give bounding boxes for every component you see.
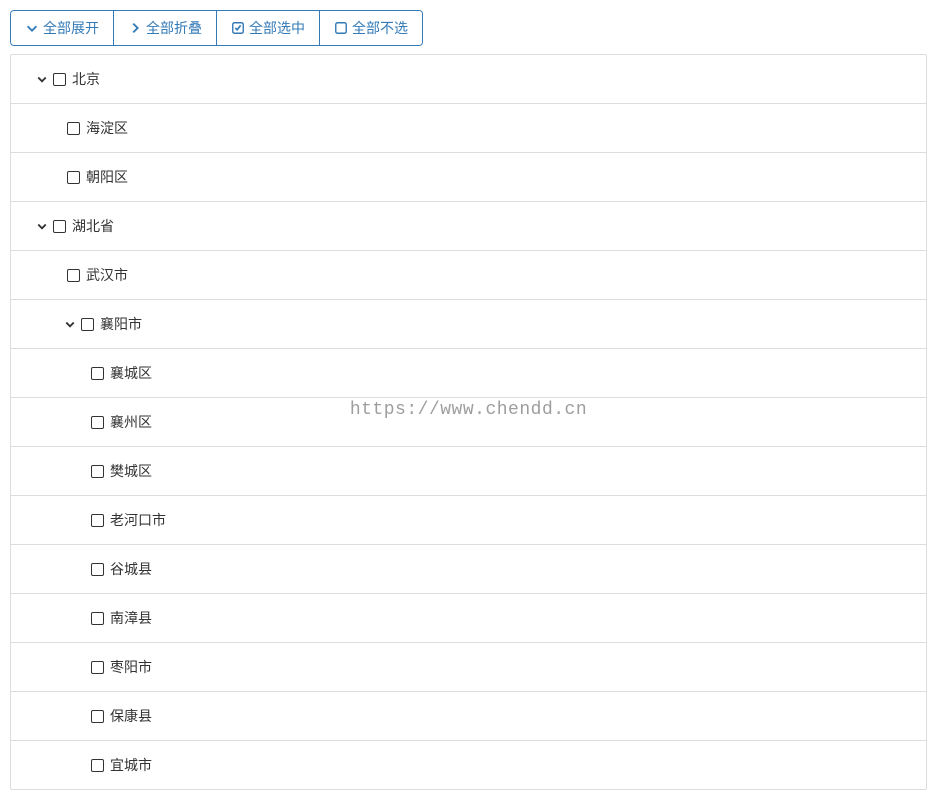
tree-node-label: 海淀区: [86, 118, 128, 138]
checkbox-icon[interactable]: [53, 73, 66, 86]
toolbar-label: 全部选中: [249, 18, 305, 38]
tree-node-label: 湖北省: [72, 216, 114, 236]
tree-node[interactable]: 北京: [11, 55, 926, 104]
checkbox-icon[interactable]: [67, 122, 80, 135]
tree-node[interactable]: 保康县: [11, 692, 926, 741]
checkbox-icon[interactable]: [91, 612, 104, 625]
checkbox-icon[interactable]: [91, 563, 104, 576]
toolbar-label: 全部折叠: [146, 18, 202, 38]
tree-node[interactable]: 老河口市: [11, 496, 926, 545]
tree-node-label: 朝阳区: [86, 167, 128, 187]
chevron-down-icon[interactable]: [35, 72, 49, 86]
chevron-right-icon: [128, 21, 142, 35]
deselect-all-button[interactable]: 全部不选: [320, 11, 422, 45]
tree-node-label: 武汉市: [86, 265, 128, 285]
tree-node[interactable]: 襄城区: [11, 349, 926, 398]
checkbox-empty-icon: [334, 21, 348, 35]
checkbox-icon[interactable]: [53, 220, 66, 233]
tree-node[interactable]: 湖北省: [11, 202, 926, 251]
tree-node-label: 襄阳市: [100, 314, 142, 334]
chevron-down-icon: [25, 21, 39, 35]
tree-node-label: 保康县: [110, 706, 152, 726]
toolbar: 全部展开 全部折叠 全部选中 全部不选: [10, 10, 423, 46]
toolbar-label: 全部不选: [352, 18, 408, 38]
checkbox-icon[interactable]: [81, 318, 94, 331]
tree-node-label: 樊城区: [110, 461, 152, 481]
chevron-down-icon[interactable]: [35, 219, 49, 233]
chevron-down-icon[interactable]: [63, 317, 77, 331]
tree-node-label: 宜城市: [110, 755, 152, 775]
region-tree: 北京海淀区朝阳区湖北省武汉市襄阳市襄城区襄州区樊城区老河口市谷城县南漳县枣阳市保…: [10, 54, 927, 790]
tree-node-label: 南漳县: [110, 608, 152, 628]
tree-node-label: 襄州区: [110, 412, 152, 432]
tree-node-label: 谷城县: [110, 559, 152, 579]
tree-node-label: 枣阳市: [110, 657, 152, 677]
checkbox-checked-icon: [231, 21, 245, 35]
tree-node[interactable]: 枣阳市: [11, 643, 926, 692]
tree-node-label: 襄城区: [110, 363, 152, 383]
tree-node[interactable]: 襄阳市: [11, 300, 926, 349]
checkbox-icon[interactable]: [91, 661, 104, 674]
checkbox-icon[interactable]: [91, 710, 104, 723]
checkbox-icon[interactable]: [91, 465, 104, 478]
checkbox-icon[interactable]: [91, 367, 104, 380]
checkbox-icon[interactable]: [91, 416, 104, 429]
select-all-button[interactable]: 全部选中: [217, 11, 320, 45]
tree-node[interactable]: 南漳县: [11, 594, 926, 643]
tree-node[interactable]: 海淀区: [11, 104, 926, 153]
toolbar-label: 全部展开: [43, 18, 99, 38]
tree-node[interactable]: 谷城县: [11, 545, 926, 594]
collapse-all-button[interactable]: 全部折叠: [114, 11, 217, 45]
tree-node[interactable]: 武汉市: [11, 251, 926, 300]
checkbox-icon[interactable]: [91, 759, 104, 772]
expand-all-button[interactable]: 全部展开: [11, 11, 114, 45]
tree-node-label: 北京: [72, 69, 100, 89]
tree-node[interactable]: 樊城区: [11, 447, 926, 496]
checkbox-icon[interactable]: [91, 514, 104, 527]
tree-node[interactable]: 襄州区: [11, 398, 926, 447]
checkbox-icon[interactable]: [67, 269, 80, 282]
tree-node[interactable]: 朝阳区: [11, 153, 926, 202]
checkbox-icon[interactable]: [67, 171, 80, 184]
tree-node-label: 老河口市: [110, 510, 166, 530]
